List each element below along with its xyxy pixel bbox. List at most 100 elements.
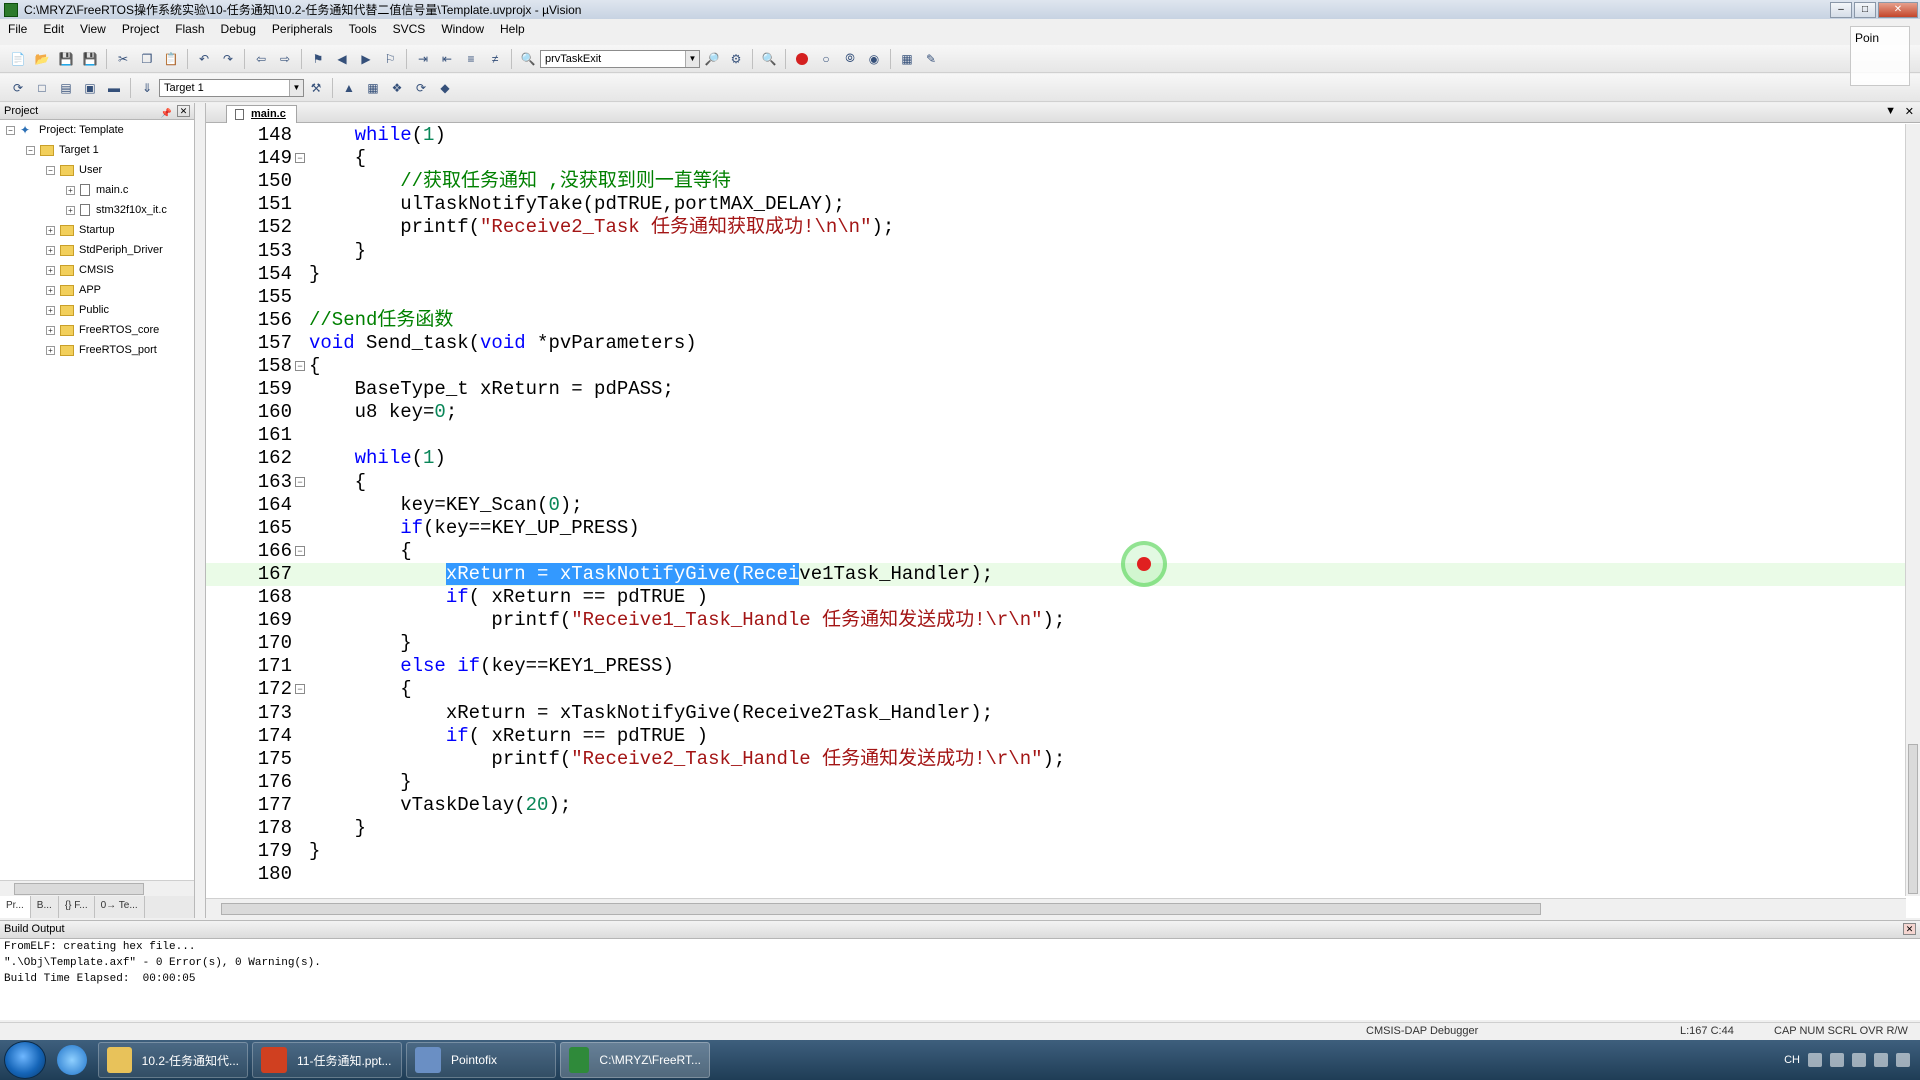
volume-icon[interactable]	[1874, 1053, 1888, 1067]
chevron-down-icon[interactable]: ▼	[685, 50, 699, 67]
fold-toggle-icon[interactable]: −	[295, 361, 305, 371]
tab-project[interactable]: Pr...	[0, 896, 31, 918]
tab-books[interactable]: B...	[31, 896, 59, 918]
code-line[interactable]: 170 }	[206, 632, 1906, 655]
taskbar-item-pointofix[interactable]: Pointofix	[406, 1042, 556, 1078]
chevron-down-icon[interactable]: ▼	[289, 79, 303, 96]
help-icon[interactable]	[1830, 1053, 1844, 1067]
manage-environment-icon[interactable]: ◆	[435, 78, 455, 98]
menu-view[interactable]: View	[72, 22, 114, 36]
editor-horizontal-scrollbar[interactable]	[206, 898, 1906, 918]
copy-icon[interactable]: ❐	[137, 49, 157, 69]
manage-project-items-icon[interactable]: ▲	[339, 78, 359, 98]
breakpoints-window-icon[interactable]: ◉	[864, 49, 884, 69]
expand-icon[interactable]: +	[46, 245, 55, 255]
find-icon[interactable]: ⚙	[726, 49, 746, 69]
code-line[interactable]: 172− {	[206, 678, 1906, 701]
code-line[interactable]: 175 printf("Receive2_Task_Handle 任务通知发送成…	[206, 748, 1906, 771]
target-select[interactable]: Target 1 ▼	[159, 78, 304, 97]
collapse-icon[interactable]: −	[26, 145, 35, 155]
translate-icon[interactable]: ⟳	[8, 78, 28, 98]
project-tree-item[interactable]: + FreeRTOS_core	[0, 320, 194, 340]
taskbar-item-ppt[interactable]: 11-任务通知.ppt...	[252, 1042, 402, 1078]
expand-icon[interactable]: +	[46, 225, 55, 235]
breakpoint-icon[interactable]	[792, 49, 812, 69]
redo-icon[interactable]: ↷	[218, 49, 238, 69]
input-language-indicator[interactable]: CH	[1784, 1054, 1800, 1066]
expand-icon[interactable]: +	[46, 325, 55, 335]
navigate-forward-icon[interactable]: ⇨	[275, 49, 295, 69]
next-bookmark-icon[interactable]: ▶	[356, 49, 376, 69]
sogou-pinned-icon[interactable]	[50, 1042, 94, 1078]
code-line[interactable]: 153 }	[206, 240, 1906, 263]
code-line[interactable]: 178 }	[206, 817, 1906, 840]
menu-svcs[interactable]: SVCS	[385, 22, 434, 36]
save-icon[interactable]: 💾	[56, 49, 76, 69]
keyboard-icon[interactable]	[1808, 1053, 1822, 1067]
pack-installer-icon[interactable]: ⟳	[411, 78, 431, 98]
maximize-button[interactable]: □	[1854, 1, 1876, 18]
close-button[interactable]: ✕	[1878, 1, 1918, 18]
menu-debug[interactable]: Debug	[213, 22, 264, 36]
configure-icon[interactable]: ✎	[921, 49, 941, 69]
fold-toggle-icon[interactable]: −	[295, 476, 305, 487]
save-all-icon[interactable]: 💾	[80, 49, 100, 69]
expand-icon[interactable]: +	[46, 265, 55, 275]
fold-toggle-icon[interactable]: −	[295, 153, 305, 164]
code-line[interactable]: 169 printf("Receive1_Task_Handle 任务通知发送成…	[206, 609, 1906, 632]
project-tree-item[interactable]: + main.c	[0, 180, 194, 200]
fold-toggle-icon[interactable]: −	[295, 684, 305, 695]
code-line[interactable]: 151 ulTaskNotifyTake(pdTRUE,portMAX_DELA…	[206, 193, 1906, 216]
menu-help[interactable]: Help	[492, 22, 533, 36]
build-icon[interactable]: □	[32, 78, 52, 98]
new-file-icon[interactable]: 📄	[8, 49, 28, 69]
code-line[interactable]: 168 if( xReturn == pdTRUE )	[206, 586, 1906, 609]
kill-breakpoints-icon[interactable]: ⦾	[840, 49, 860, 69]
code-line[interactable]: 149− {	[206, 147, 1906, 170]
expand-icon[interactable]: +	[66, 205, 75, 215]
code-line[interactable]: 163− {	[206, 471, 1906, 494]
collapse-icon[interactable]: −	[46, 165, 55, 175]
expand-icon[interactable]: +	[46, 305, 55, 315]
project-tree-item[interactable]: + APP	[0, 280, 194, 300]
file-tab-main-c[interactable]: main.c	[226, 105, 297, 123]
code-line[interactable]: 157 void Send_task(void *pvParameters)	[206, 332, 1906, 355]
rebuild-icon[interactable]: ▤	[56, 78, 76, 98]
taskbar-item-folder[interactable]: 10.2-任务通知代...	[98, 1042, 248, 1078]
unindent-icon[interactable]: ⇤	[437, 49, 457, 69]
tab-templates[interactable]: 0→ Te...	[95, 896, 145, 918]
code-area[interactable]: 148 while(1) 149− {150 //获取任务通知 ,没获取到则一直等…	[206, 124, 1906, 894]
code-line[interactable]: 160 u8 key=0;	[206, 401, 1906, 424]
target-options-icon[interactable]: ⚒	[306, 78, 326, 98]
menu-window[interactable]: Window	[433, 22, 492, 36]
code-line[interactable]: 150 //获取任务通知 ,没获取到则一直等待	[206, 170, 1906, 193]
find-in-files-icon[interactable]: 🔍	[518, 49, 538, 69]
incremental-find-icon[interactable]: 🔎	[702, 49, 722, 69]
project-tree-item[interactable]: + Public	[0, 300, 194, 320]
undo-icon[interactable]: ↶	[194, 49, 214, 69]
code-line[interactable]: 162 while(1)	[206, 447, 1906, 470]
code-line[interactable]: 161	[206, 424, 1906, 447]
code-line[interactable]: 158−{	[206, 355, 1906, 378]
taskbar-item-uvision[interactable]: C:\MRYZ\FreeRT...	[560, 1042, 710, 1078]
pin-icon[interactable]: 📌	[161, 105, 172, 121]
code-line[interactable]: 154}	[206, 263, 1906, 286]
code-line[interactable]: 155	[206, 286, 1906, 309]
code-line[interactable]: 179}	[206, 840, 1906, 863]
window-layout-icon[interactable]: ▦	[897, 49, 917, 69]
code-line[interactable]: 166− {	[206, 540, 1906, 563]
code-line[interactable]: 173 xReturn = xTaskNotifyGive(Receive2Ta…	[206, 702, 1906, 725]
code-line[interactable]: 171 else if(key==KEY1_PRESS)	[206, 655, 1906, 678]
menu-tools[interactable]: Tools	[341, 22, 385, 36]
batch-build-icon[interactable]: ▣	[80, 78, 100, 98]
code-line[interactable]: 176 }	[206, 771, 1906, 794]
expand-icon[interactable]: +	[46, 345, 55, 355]
menu-peripherals[interactable]: Peripherals	[264, 22, 341, 36]
menu-edit[interactable]: Edit	[35, 22, 72, 36]
minimize-button[interactable]: –	[1830, 1, 1852, 18]
paste-icon[interactable]: 📋	[161, 49, 181, 69]
code-line[interactable]: 177 vTaskDelay(20);	[206, 794, 1906, 817]
code-line[interactable]: 164 key=KEY_Scan(0);	[206, 494, 1906, 517]
code-line[interactable]: 148 while(1)	[206, 124, 1906, 147]
code-line[interactable]: 174 if( xReturn == pdTRUE )	[206, 725, 1906, 748]
